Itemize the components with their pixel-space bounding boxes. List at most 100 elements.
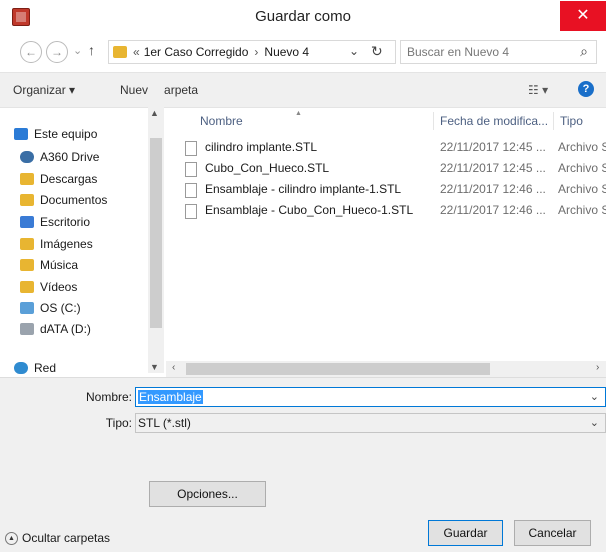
column-header-type[interactable]: Tipo bbox=[560, 110, 606, 132]
search-input[interactable]: Buscar en Nuevo 4 ⌕ bbox=[400, 40, 597, 64]
navigation-bar: ← → ⌄ ↑ « 1er Caso Corregido › Nuevo 4 ⌄… bbox=[0, 36, 606, 68]
file-name: Ensamblaje - Cubo_Con_Hueco-1.STL bbox=[205, 203, 414, 217]
search-icon[interactable]: ⌕ bbox=[580, 43, 588, 60]
breadcrumb-item-nuevo-4[interactable]: Nuevo 4 bbox=[264, 45, 309, 59]
sidebar-item-este-equipo[interactable]: Este equipo bbox=[14, 123, 160, 145]
sidebar-item-label: Descargas bbox=[40, 172, 98, 186]
drive-d-icon bbox=[20, 323, 34, 335]
file-type: Archivo S bbox=[558, 140, 606, 154]
file-name: cilindro implante.STL bbox=[205, 140, 318, 154]
scroll-left-arrow-icon[interactable]: ‹ bbox=[172, 362, 175, 373]
file-name-input[interactable]: Ensamblaje ⌄ bbox=[135, 387, 606, 407]
breadcrumb-item-1er-caso[interactable]: 1er Caso Corregido bbox=[144, 45, 249, 59]
sidebar-item-label: Documentos bbox=[40, 193, 108, 207]
collapse-up-icon: ▲ bbox=[5, 531, 18, 545]
organize-menu[interactable]: Organizar ▾ bbox=[13, 83, 75, 97]
file-date: 22/11/2017 12:46 ... bbox=[440, 182, 546, 196]
desktop-folder-icon bbox=[20, 216, 34, 228]
file-icon bbox=[185, 204, 197, 219]
sidebar-item-label: A360 Drive bbox=[40, 150, 100, 164]
file-icon bbox=[185, 162, 197, 177]
file-type-dropdown-chevron-icon[interactable]: ⌄ bbox=[590, 416, 599, 429]
save-button[interactable]: Guardar bbox=[428, 520, 503, 546]
sidebar-item-musica[interactable]: Música bbox=[20, 254, 166, 276]
videos-folder-icon bbox=[20, 281, 34, 293]
scroll-down-arrow-icon[interactable]: ▼ bbox=[150, 362, 159, 372]
images-folder-icon bbox=[20, 238, 34, 250]
sidebar-item-documentos[interactable]: Documentos bbox=[20, 189, 166, 211]
up-button[interactable]: ↑ bbox=[88, 42, 95, 58]
scroll-up-arrow-icon[interactable]: ▲ bbox=[150, 108, 159, 118]
cloud-icon bbox=[20, 151, 34, 163]
sidebar-item-imagenes[interactable]: Imágenes bbox=[20, 233, 166, 255]
forward-button[interactable]: → bbox=[46, 41, 68, 63]
column-header-date[interactable]: Fecha de modifica... bbox=[440, 110, 550, 132]
sidebar-item-a360-drive[interactable]: A360 Drive bbox=[20, 146, 166, 168]
sidebar-item-escritorio[interactable]: Escritorio bbox=[20, 211, 166, 233]
file-name-dropdown-chevron-icon[interactable]: ⌄ bbox=[590, 390, 599, 403]
navigation-pane: Este equipo A360 Drive Descargas Documen… bbox=[0, 108, 148, 375]
file-date: 22/11/2017 12:45 ... bbox=[440, 140, 546, 154]
file-type-select[interactable]: STL (*.stl) ⌄ bbox=[135, 413, 606, 433]
address-dropdown-chevron-icon[interactable]: ⌄ bbox=[349, 44, 359, 58]
file-type-value: STL (*.stl) bbox=[138, 416, 191, 430]
title-bar: Guardar como ✕ bbox=[0, 0, 606, 34]
sidebar-item-label: Vídeos bbox=[40, 280, 78, 294]
help-icon[interactable]: ? bbox=[578, 81, 594, 97]
file-name: Ensamblaje - cilindro implante-1.STL bbox=[205, 182, 402, 196]
save-form: Nombre: Ensamblaje ⌄ Tipo: STL (*.stl) ⌄… bbox=[0, 377, 606, 552]
file-date: 22/11/2017 12:45 ... bbox=[440, 161, 546, 175]
file-name: Cubo_Con_Hueco.STL bbox=[205, 161, 330, 175]
sidebar-item-data-d[interactable]: dATA (D:) bbox=[20, 318, 166, 340]
column-separator[interactable] bbox=[553, 112, 554, 130]
sidebar-item-label: OS (C:) bbox=[40, 301, 81, 315]
file-row[interactable]: Cubo_Con_Hueco.STL 22/11/2017 12:45 ... … bbox=[185, 158, 606, 180]
options-button[interactable]: Opciones... bbox=[149, 481, 266, 507]
folder-icon bbox=[113, 46, 127, 58]
file-type-label: Tipo: bbox=[105, 416, 132, 430]
file-row[interactable]: Ensamblaje - Cubo_Con_Hueco-1.STL 22/11/… bbox=[185, 200, 606, 222]
search-placeholder: Buscar en Nuevo 4 bbox=[407, 45, 510, 59]
sidebar-item-os-c[interactable]: OS (C:) bbox=[20, 297, 166, 319]
sidebar-item-label: Escritorio bbox=[40, 215, 91, 229]
file-icon bbox=[185, 141, 197, 156]
sidebar-item-label: Imágenes bbox=[40, 237, 93, 251]
sidebar-scrollbar-thumb[interactable] bbox=[150, 138, 162, 328]
file-row[interactable]: Ensamblaje - cilindro implante-1.STL 22/… bbox=[185, 179, 606, 201]
address-bar[interactable]: « 1er Caso Corregido › Nuevo 4 ⌄ ↻ bbox=[108, 40, 396, 64]
column-separator[interactable] bbox=[433, 112, 434, 130]
file-name-label: Nombre: bbox=[85, 390, 132, 404]
hide-folders-label: Ocultar carpetas bbox=[22, 531, 111, 545]
command-toolbar: Organizar ▾ Nueva carpeta ☷ ▾ ? bbox=[0, 72, 606, 108]
breadcrumb-separator[interactable]: › bbox=[254, 45, 258, 59]
back-button[interactable]: ← bbox=[20, 41, 42, 63]
sidebar-item-label: Red bbox=[34, 361, 57, 375]
sidebar-item-label: dATA (D:) bbox=[40, 322, 91, 336]
close-button[interactable]: ✕ bbox=[560, 1, 606, 31]
file-row[interactable]: cilindro implante.STL 22/11/2017 12:45 .… bbox=[185, 137, 606, 159]
view-options-button[interactable]: ☷ ▾ bbox=[528, 83, 548, 97]
music-folder-icon bbox=[20, 259, 34, 271]
documents-folder-icon bbox=[20, 194, 34, 206]
file-date: 22/11/2017 12:46 ... bbox=[440, 203, 546, 217]
computer-icon bbox=[14, 128, 28, 140]
hide-folders-toggle[interactable]: ▲ Ocultar carpetas bbox=[5, 531, 110, 545]
horizontal-scrollbar-thumb[interactable] bbox=[186, 363, 490, 375]
cancel-button[interactable]: Cancelar bbox=[514, 520, 591, 546]
drive-c-icon bbox=[20, 302, 34, 314]
sidebar-item-red[interactable]: Red bbox=[14, 357, 160, 379]
breadcrumb-prefix[interactable]: « bbox=[133, 45, 140, 59]
recent-locations-chevron-icon[interactable]: ⌄ bbox=[73, 44, 83, 57]
sidebar-item-descargas[interactable]: Descargas bbox=[20, 168, 166, 190]
window-title: Guardar como bbox=[255, 8, 351, 25]
sidebar-item-label: Música bbox=[40, 258, 79, 272]
network-icon bbox=[14, 362, 28, 374]
sidebar-item-videos[interactable]: Vídeos bbox=[20, 276, 166, 298]
refresh-icon[interactable]: ↻ bbox=[371, 43, 383, 60]
column-header-name[interactable]: Nombre bbox=[200, 110, 430, 132]
sort-ascending-icon: ▲ bbox=[295, 110, 302, 117]
file-icon bbox=[185, 183, 197, 198]
sidebar-item-label: Este equipo bbox=[34, 127, 98, 141]
file-type: Archivo S bbox=[558, 182, 606, 196]
scroll-right-arrow-icon[interactable]: › bbox=[596, 362, 599, 373]
